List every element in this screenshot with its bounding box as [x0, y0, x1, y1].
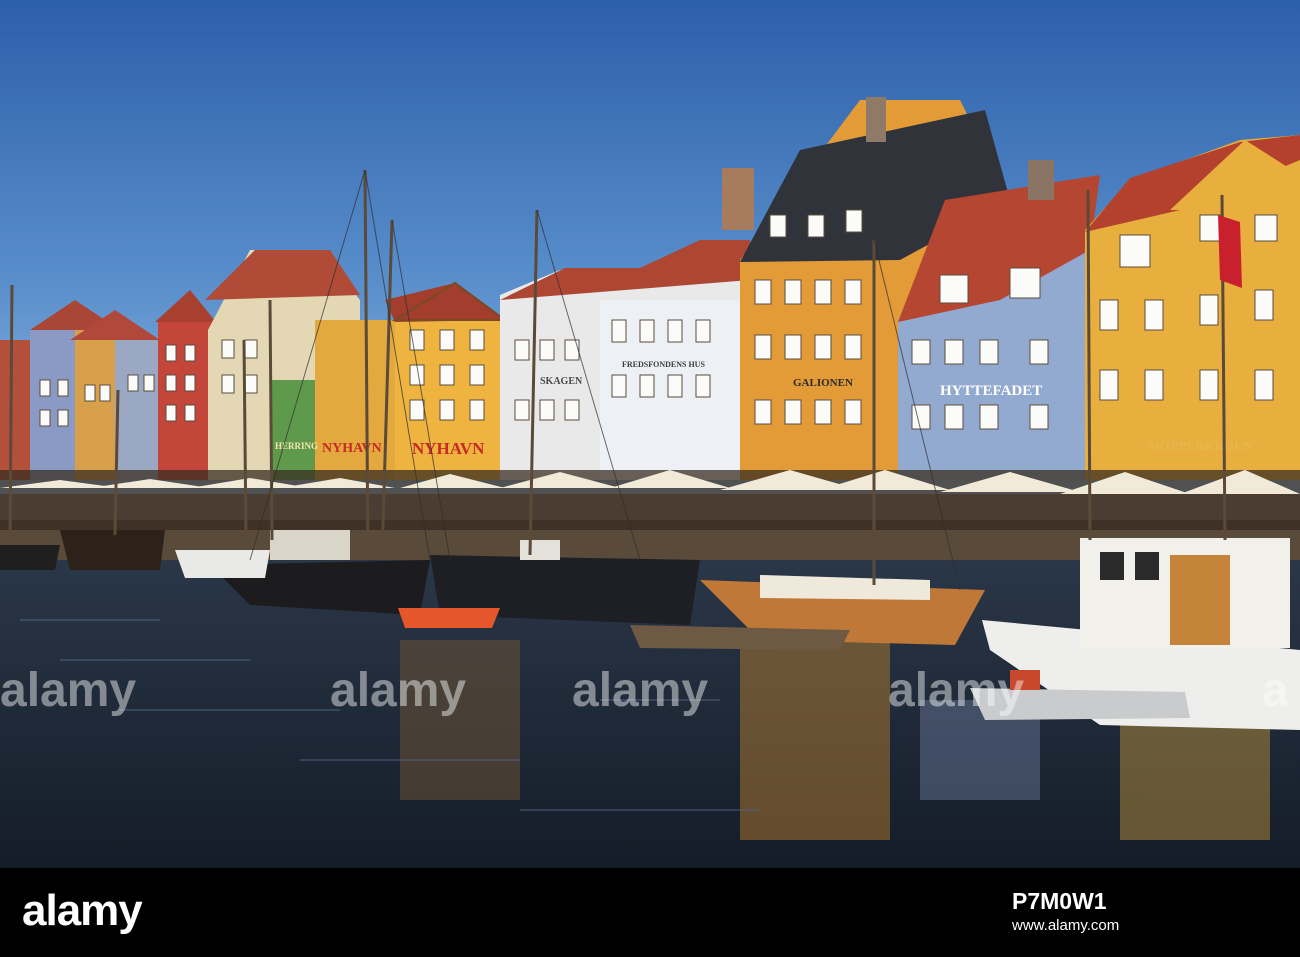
watermark-2: alamy — [330, 664, 466, 717]
sign-nyhavn-left: NYHAVN — [322, 441, 382, 456]
sign-hyttefadet: HYTTEFADET — [940, 383, 1042, 399]
sign-skipperkroen: SKIPPERKROEN — [1148, 438, 1253, 453]
stock-photo: NYHAVN NYHAVN HERRING SKAGEN FREDSFONDEN… — [0, 0, 1300, 868]
image-id: P7M0W1 — [1012, 888, 1107, 914]
boat-left — [60, 530, 165, 570]
dinghy-orange — [398, 608, 500, 628]
danish-flag — [1218, 215, 1242, 288]
boat-left-small — [0, 545, 60, 570]
sign-herring: HERRING — [275, 441, 318, 451]
sign-skagen: SKAGEN — [540, 376, 583, 387]
stock-footer-bar: alamy P7M0W1 www.alamy.com — [0, 868, 1300, 957]
sign-galionen: GALIONEN — [793, 377, 853, 389]
nyhavn-harbor-scene: NYHAVN NYHAVN HERRING SKAGEN FREDSFONDEN… — [0, 0, 1300, 868]
watermark-3: alamy — [572, 664, 708, 717]
sign-nyhavn-right: NYHAVN — [412, 439, 485, 458]
crowd — [0, 494, 1300, 534]
stock-site-url: www.alamy.com — [1012, 917, 1120, 934]
alamy-logo: alamy — [22, 886, 143, 935]
watermark-5: a — [1262, 664, 1289, 717]
sign-fredsfondens-hus: FREDSFONDENS HUS — [622, 360, 705, 369]
watermark-4: alamy — [888, 664, 1024, 717]
watermark-1: alamy — [0, 664, 136, 717]
